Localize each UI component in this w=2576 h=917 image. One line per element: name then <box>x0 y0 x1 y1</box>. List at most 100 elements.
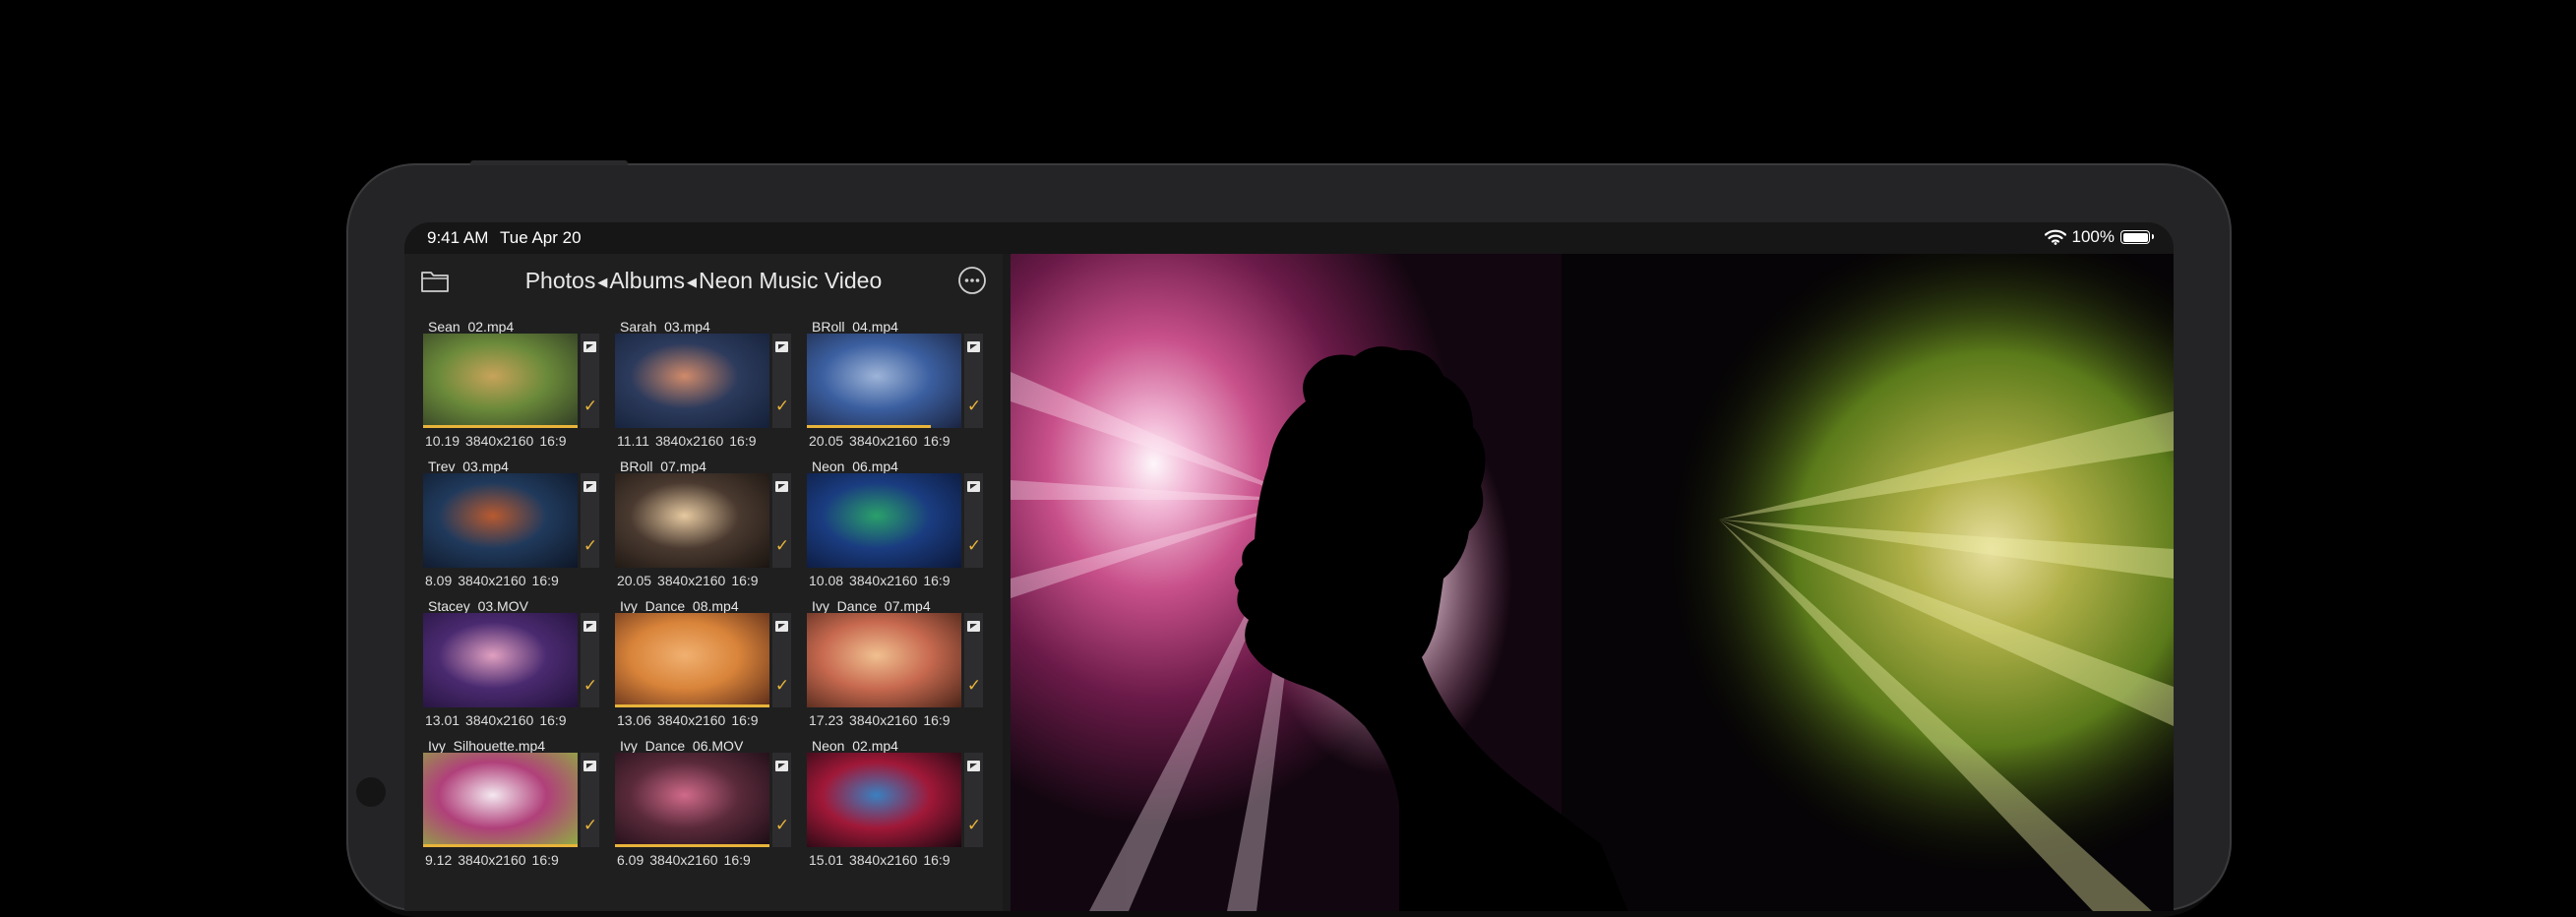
checkmark-icon[interactable]: ✓ <box>966 397 982 414</box>
clip-tile[interactable]: Neon_02.mp4 ✓ 15.01 3840x2160 16:9 <box>807 738 984 868</box>
flag-icon[interactable] <box>775 621 788 632</box>
clip-thumbnail[interactable] <box>615 613 769 707</box>
checkmark-icon[interactable]: ✓ <box>583 817 598 833</box>
clip-tile[interactable]: Trev_03.mp4 ✓ 8.09 3840x2160 16:9 <box>423 458 600 588</box>
flag-icon[interactable] <box>583 761 596 771</box>
flag-icon[interactable] <box>967 761 980 771</box>
clip-tile[interactable]: Ivy_Dance_07.mp4 ✓ 17.23 3840x2160 16:9 <box>807 598 984 728</box>
clip-tile[interactable]: BRoll_04.mp4 ✓ 20.05 3840x2160 16:9 <box>807 319 984 449</box>
ipad-screen: 9:41 AM Tue Apr 20 100% Photos ◀Albums ◀Ne… <box>404 222 2174 911</box>
checkmark-icon[interactable]: ✓ <box>583 677 598 694</box>
clip-side-strip: ✓ <box>581 334 599 428</box>
flag-icon[interactable] <box>583 621 596 632</box>
checkmark-icon[interactable]: ✓ <box>966 817 982 833</box>
flag-icon[interactable] <box>775 341 788 352</box>
clip-thumbnail[interactable] <box>423 473 578 568</box>
clip-metadata: 20.05 3840x2160 16:9 <box>617 573 765 588</box>
checkmark-icon[interactable]: ✓ <box>774 817 790 833</box>
clip-metadata: 9.12 3840x2160 16:9 <box>425 852 565 868</box>
clip-aspect: 16:9 <box>923 712 951 728</box>
clip-name: Ivy_Dance_07.mp4 <box>812 598 931 614</box>
clip-aspect: 16:9 <box>531 852 559 868</box>
clip-duration: 8.09 <box>425 573 453 588</box>
clip-progress-bar <box>807 425 931 428</box>
clip-tile[interactable]: Neon_06.mp4 ✓ 10.08 3840x2160 16:9 <box>807 458 984 588</box>
breadcrumb-separator: ◀ <box>597 275 608 289</box>
clip-side-strip: ✓ <box>581 473 599 568</box>
clip-tile[interactable]: Ivy_Silhouette.mp4 ✓ 9.12 3840x2160 16:9 <box>423 738 600 868</box>
clip-thumbnail[interactable] <box>423 613 578 707</box>
clip-tile[interactable]: Ivy_Dance_06.MOV ✓ 6.09 3840x2160 16:9 <box>615 738 792 868</box>
clip-metadata: 11.11 3840x2160 16:9 <box>617 433 763 449</box>
clip-aspect: 16:9 <box>723 852 751 868</box>
battery-icon <box>2120 230 2154 244</box>
clip-tile[interactable]: Ivy_Dance_08.mp4 ✓ 13.06 3840x2160 16:9 <box>615 598 792 728</box>
clip-thumbnail[interactable] <box>423 334 578 428</box>
clip-duration: 10.08 <box>809 573 844 588</box>
flag-icon[interactable] <box>775 481 788 492</box>
video-viewer[interactable] <box>1011 254 2174 911</box>
clip-thumbnail[interactable] <box>423 753 578 847</box>
flag-icon[interactable] <box>967 481 980 492</box>
panel-divider[interactable] <box>1003 254 1011 911</box>
flag-icon[interactable] <box>583 481 596 492</box>
checkmark-icon[interactable]: ✓ <box>774 537 790 554</box>
clip-thumbnail[interactable] <box>615 334 769 428</box>
side-sensor <box>356 777 386 807</box>
clip-name: Stacey_03.MOV <box>428 598 528 614</box>
flag-icon[interactable] <box>967 621 980 632</box>
flag-icon[interactable] <box>775 761 788 771</box>
breadcrumb-separator: ◀ <box>687 275 698 289</box>
clip-thumbnail[interactable] <box>807 334 961 428</box>
clip-thumbnail[interactable] <box>807 473 961 568</box>
clip-side-strip: ✓ <box>964 613 983 707</box>
media-browser-panel: Photos ◀Albums ◀Neon Music Video Sean_02.m… <box>404 254 1003 911</box>
clip-tile[interactable]: Stacey_03.MOV ✓ 13.01 3840x2160 16:9 <box>423 598 600 728</box>
clip-resolution: 3840x2160 <box>657 712 726 728</box>
clip-name: BRoll_07.mp4 <box>620 458 706 474</box>
clip-aspect: 16:9 <box>731 573 759 588</box>
checkmark-icon[interactable]: ✓ <box>774 397 790 414</box>
checkmark-icon[interactable]: ✓ <box>966 537 982 554</box>
breadcrumb-albums[interactable]: Albums <box>609 268 685 293</box>
checkmark-icon[interactable]: ✓ <box>774 677 790 694</box>
clip-tile[interactable]: Sean_02.mp4 ✓ 10.19 3840x2160 16:9 <box>423 319 600 449</box>
clip-side-strip: ✓ <box>964 334 983 428</box>
status-time: 9:41 AM <box>427 228 489 247</box>
preview-frame <box>1011 254 2174 911</box>
clip-name: Ivy_Dance_08.mp4 <box>620 598 739 614</box>
clip-metadata: 20.05 3840x2160 16:9 <box>809 433 956 449</box>
clip-name: Neon_06.mp4 <box>812 458 898 474</box>
clip-tile[interactable]: Sarah_03.mp4 ✓ 11.11 3840x2160 16:9 <box>615 319 792 449</box>
status-date: Tue Apr 20 <box>500 228 582 247</box>
clip-resolution: 3840x2160 <box>649 852 718 868</box>
clip-name: Sarah_03.mp4 <box>620 319 710 335</box>
clip-aspect: 16:9 <box>923 433 951 449</box>
breadcrumb-photos[interactable]: Photos <box>525 268 596 293</box>
clip-resolution: 3840x2160 <box>849 573 918 588</box>
clip-metadata: 15.01 3840x2160 16:9 <box>809 852 956 868</box>
clip-thumbnail[interactable] <box>615 473 769 568</box>
clip-aspect: 16:9 <box>531 573 559 588</box>
checkmark-icon[interactable]: ✓ <box>583 537 598 554</box>
clip-resolution: 3840x2160 <box>465 433 534 449</box>
wifi-icon <box>2044 229 2066 245</box>
clip-thumbnail[interactable] <box>615 753 769 847</box>
clip-tile[interactable]: BRoll_07.mp4 ✓ 20.05 3840x2160 16:9 <box>615 458 792 588</box>
clip-progress-bar <box>423 425 578 428</box>
checkmark-icon[interactable]: ✓ <box>966 677 982 694</box>
clip-name: BRoll_04.mp4 <box>812 319 898 335</box>
clip-metadata: 10.08 3840x2160 16:9 <box>809 573 956 588</box>
clip-aspect: 16:9 <box>923 852 951 868</box>
clip-aspect: 16:9 <box>729 433 757 449</box>
clip-name: Neon_02.mp4 <box>812 738 898 754</box>
checkmark-icon[interactable]: ✓ <box>583 397 598 414</box>
clip-thumbnail[interactable] <box>807 753 961 847</box>
more-options-icon[interactable] <box>957 266 987 295</box>
clip-duration: 9.12 <box>425 852 453 868</box>
flag-icon[interactable] <box>967 341 980 352</box>
flag-icon[interactable] <box>583 341 596 352</box>
clip-thumbnail[interactable] <box>807 613 961 707</box>
clip-metadata: 17.23 3840x2160 16:9 <box>809 712 956 728</box>
clip-duration: 17.23 <box>809 712 844 728</box>
